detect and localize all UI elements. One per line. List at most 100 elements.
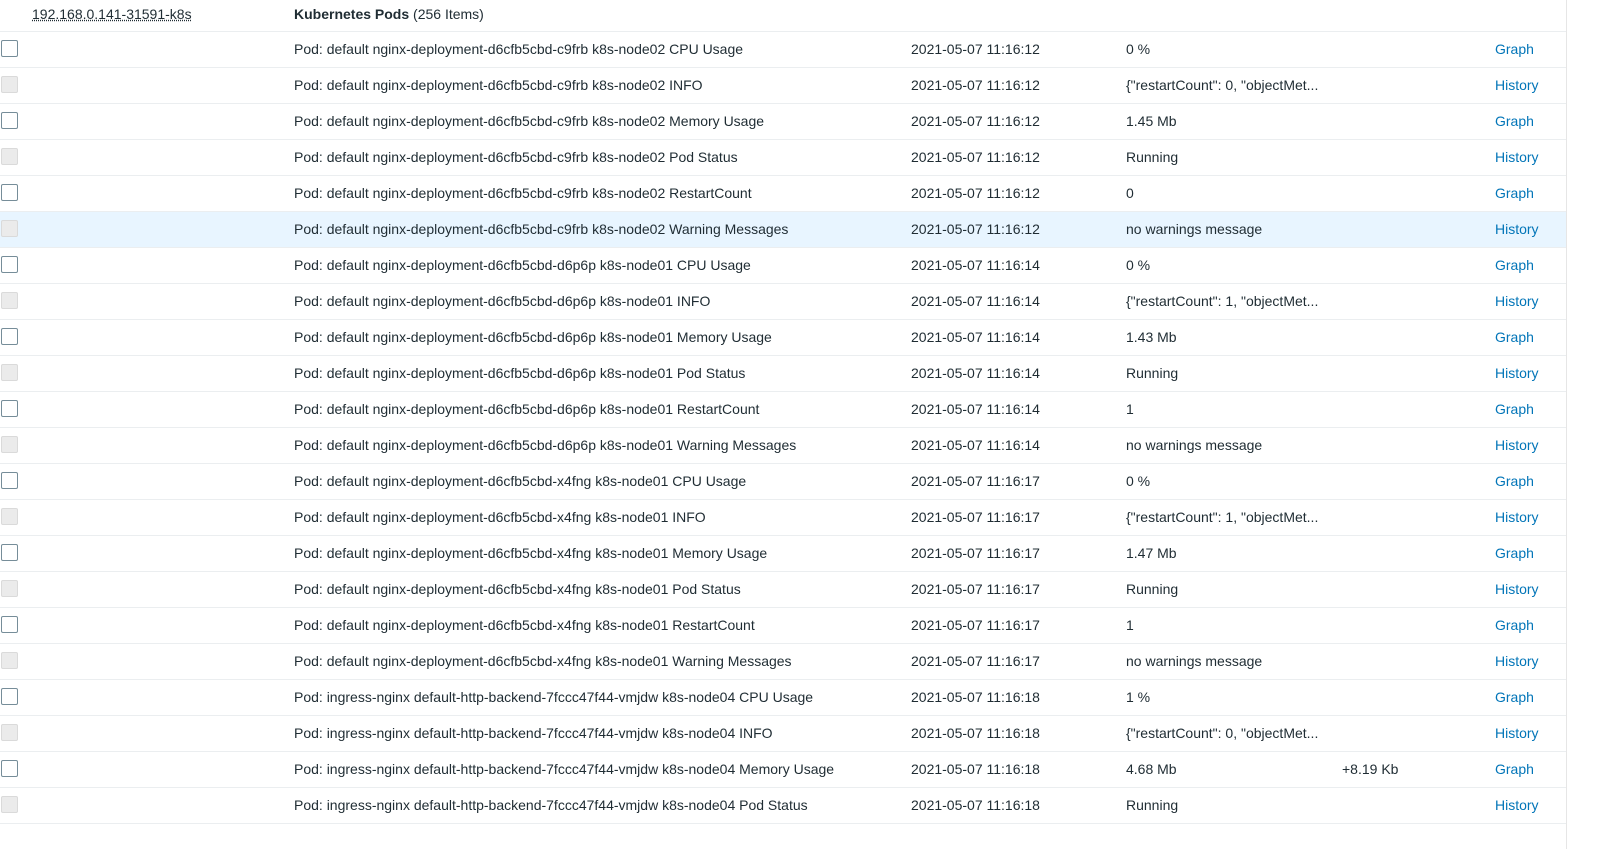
- last-check-time: 2021-05-07 11:16:17: [911, 653, 1040, 669]
- last-value: {"restartCount": 0, "objectMet...: [1126, 77, 1319, 93]
- last-value: 1: [1126, 401, 1134, 417]
- table-row: Pod: default nginx-deployment-d6cfb5cbd-…: [0, 104, 1566, 140]
- item-name: Pod: default nginx-deployment-d6cfb5cbd-…: [294, 473, 747, 489]
- table-row: Pod: ingress-nginx default-http-backend-…: [0, 788, 1566, 824]
- item-name: Pod: default nginx-deployment-d6cfb5cbd-…: [294, 617, 755, 633]
- last-check-time: 2021-05-07 11:16:12: [911, 41, 1040, 57]
- history-link[interactable]: History: [1495, 356, 1539, 391]
- row-checkbox[interactable]: [1, 184, 18, 201]
- history-link[interactable]: History: [1495, 716, 1539, 751]
- table-row: Pod: ingress-nginx default-http-backend-…: [0, 680, 1566, 716]
- history-link[interactable]: History: [1495, 68, 1539, 103]
- last-value: 0 %: [1126, 257, 1151, 273]
- table-row: Pod: default nginx-deployment-d6cfb5cbd-…: [0, 32, 1566, 68]
- item-name: Pod: default nginx-deployment-d6cfb5cbd-…: [294, 401, 760, 417]
- item-name: Pod: default nginx-deployment-d6cfb5cbd-…: [294, 509, 706, 525]
- row-checkbox: [1, 724, 18, 741]
- history-link[interactable]: History: [1495, 212, 1539, 247]
- last-value: {"restartCount": 0, "objectMet...: [1126, 725, 1319, 741]
- last-check-time: 2021-05-07 11:16:17: [911, 473, 1040, 489]
- table-row: Pod: default nginx-deployment-d6cfb5cbd-…: [0, 248, 1566, 284]
- row-checkbox[interactable]: [1, 328, 18, 345]
- last-value: Running: [1126, 149, 1179, 165]
- group-header-row: 192.168.0.141-31591-k8s Kubernetes Pods …: [0, 0, 1566, 32]
- table-row: Pod: default nginx-deployment-d6cfb5cbd-…: [0, 572, 1566, 608]
- last-value: 1: [1126, 617, 1134, 633]
- item-name: Pod: ingress-nginx default-http-backend-…: [294, 725, 773, 741]
- graph-link[interactable]: Graph: [1495, 392, 1534, 427]
- row-checkbox[interactable]: [1, 112, 18, 129]
- item-name: Pod: default nginx-deployment-d6cfb5cbd-…: [294, 581, 741, 597]
- row-checkbox: [1, 652, 18, 669]
- history-link[interactable]: History: [1495, 140, 1539, 175]
- item-name: Pod: default nginx-deployment-d6cfb5cbd-…: [294, 545, 768, 561]
- graph-link[interactable]: Graph: [1495, 176, 1534, 211]
- graph-link[interactable]: Graph: [1495, 680, 1534, 715]
- table-row: Pod: default nginx-deployment-d6cfb5cbd-…: [0, 212, 1566, 248]
- row-checkbox[interactable]: [1, 472, 18, 489]
- table-row: Pod: default nginx-deployment-d6cfb5cbd-…: [0, 140, 1566, 176]
- row-checkbox[interactable]: [1, 400, 18, 417]
- item-name: Pod: default nginx-deployment-d6cfb5cbd-…: [294, 149, 738, 165]
- row-checkbox[interactable]: [1, 40, 18, 57]
- graph-link[interactable]: Graph: [1495, 752, 1534, 787]
- graph-link[interactable]: Graph: [1495, 248, 1534, 283]
- graph-link[interactable]: Graph: [1495, 536, 1534, 571]
- graph-link[interactable]: Graph: [1495, 32, 1534, 67]
- row-checkbox[interactable]: [1, 256, 18, 273]
- group-title: Kubernetes Pods (256 Items): [294, 0, 484, 28]
- last-check-time: 2021-05-07 11:16:17: [911, 545, 1040, 561]
- table-row: Pod: default nginx-deployment-d6cfb5cbd-…: [0, 68, 1566, 104]
- row-checkbox: [1, 508, 18, 525]
- last-value: 4.68 Mb: [1126, 761, 1177, 777]
- history-link[interactable]: History: [1495, 572, 1539, 607]
- row-checkbox: [1, 364, 18, 381]
- table-row: Pod: default nginx-deployment-d6cfb5cbd-…: [0, 320, 1566, 356]
- scrollbar-track[interactable]: [1566, 0, 1618, 849]
- table-row: Pod: default nginx-deployment-d6cfb5cbd-…: [0, 176, 1566, 212]
- last-check-time: 2021-05-07 11:16:14: [911, 329, 1040, 345]
- graph-link[interactable]: Graph: [1495, 608, 1534, 643]
- item-name: Pod: default nginx-deployment-d6cfb5cbd-…: [294, 437, 797, 453]
- row-checkbox[interactable]: [1, 544, 18, 561]
- item-name: Pod: default nginx-deployment-d6cfb5cbd-…: [294, 365, 746, 381]
- last-value: no warnings message: [1126, 437, 1263, 453]
- history-link[interactable]: History: [1495, 788, 1539, 823]
- row-checkbox: [1, 76, 18, 93]
- row-checkbox[interactable]: [1, 760, 18, 777]
- last-check-time: 2021-05-07 11:16:14: [911, 437, 1040, 453]
- item-name: Pod: ingress-nginx default-http-backend-…: [294, 761, 835, 777]
- last-check-time: 2021-05-07 11:16:12: [911, 221, 1040, 237]
- row-checkbox: [1, 220, 18, 237]
- table-row: Pod: ingress-nginx default-http-backend-…: [0, 716, 1566, 752]
- history-link[interactable]: History: [1495, 284, 1539, 319]
- table-row: Pod: default nginx-deployment-d6cfb5cbd-…: [0, 644, 1566, 680]
- last-value: Running: [1126, 365, 1179, 381]
- item-name: Pod: default nginx-deployment-d6cfb5cbd-…: [294, 221, 789, 237]
- last-value: 1.43 Mb: [1126, 329, 1177, 345]
- last-check-time: 2021-05-07 11:16:12: [911, 185, 1040, 201]
- last-value: 1.45 Mb: [1126, 113, 1177, 129]
- last-value: no warnings message: [1126, 221, 1263, 237]
- last-check-time: 2021-05-07 11:16:18: [911, 689, 1040, 705]
- last-value: {"restartCount": 1, "objectMet...: [1126, 509, 1319, 525]
- last-check-time: 2021-05-07 11:16:14: [911, 401, 1040, 417]
- item-rows: Pod: default nginx-deployment-d6cfb5cbd-…: [0, 32, 1618, 824]
- row-checkbox[interactable]: [1, 688, 18, 705]
- history-link[interactable]: History: [1495, 428, 1539, 463]
- graph-link[interactable]: Graph: [1495, 464, 1534, 499]
- row-checkbox: [1, 580, 18, 597]
- row-checkbox: [1, 148, 18, 165]
- row-checkbox: [1, 292, 18, 309]
- row-checkbox[interactable]: [1, 616, 18, 633]
- history-link[interactable]: History: [1495, 644, 1539, 679]
- history-link[interactable]: History: [1495, 500, 1539, 535]
- graph-link[interactable]: Graph: [1495, 104, 1534, 139]
- item-name: Pod: ingress-nginx default-http-backend-…: [294, 797, 808, 813]
- host-link[interactable]: 192.168.0.141-31591-k8s: [32, 0, 192, 28]
- last-check-time: 2021-05-07 11:16:12: [911, 113, 1040, 129]
- item-name: Pod: default nginx-deployment-d6cfb5cbd-…: [294, 293, 711, 309]
- table-row: Pod: default nginx-deployment-d6cfb5cbd-…: [0, 536, 1566, 572]
- table-row: Pod: default nginx-deployment-d6cfb5cbd-…: [0, 428, 1566, 464]
- graph-link[interactable]: Graph: [1495, 320, 1534, 355]
